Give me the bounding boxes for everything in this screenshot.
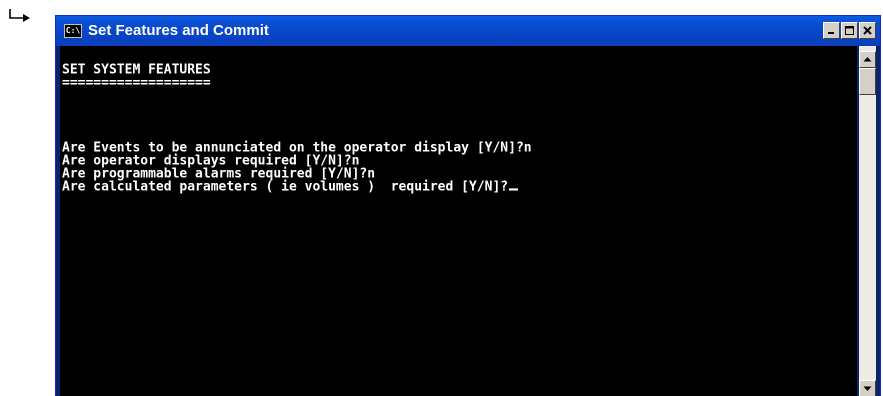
- console-app-icon[interactable]: C:\: [64, 24, 82, 38]
- minimize-button[interactable]: [823, 22, 840, 39]
- scrollbar-thumb[interactable]: [859, 68, 876, 95]
- title-bar[interactable]: C:\ Set Features and Commit: [56, 16, 880, 46]
- close-icon: [863, 26, 872, 35]
- page: C:\ Set Features and Commit SET SYSTEM F…: [0, 0, 883, 396]
- minimize-icon: [828, 32, 834, 34]
- scroll-up-button[interactable]: [859, 51, 876, 68]
- window-title: Set Features and Commit: [88, 22, 269, 39]
- scroll-up-arrow-icon: [863, 57, 872, 62]
- console-output[interactable]: SET SYSTEM FEATURES =================== …: [60, 46, 857, 396]
- scroll-down-button[interactable]: [859, 380, 876, 396]
- scroll-down-arrow-icon: [863, 386, 872, 391]
- maximize-button[interactable]: [841, 22, 858, 39]
- console-window[interactable]: C:\ Set Features and Commit SET SYSTEM F…: [55, 15, 881, 396]
- maximize-icon: [845, 26, 854, 35]
- text-cursor: [509, 188, 519, 191]
- console-prompt-text: Are calculated parameters ( ie volumes )…: [62, 178, 509, 195]
- console-line: ===================: [62, 74, 211, 91]
- return-arrow-icon: [9, 9, 30, 22]
- vertical-scrollbar[interactable]: [859, 46, 876, 396]
- close-button[interactable]: [859, 22, 876, 39]
- console-prompt-line: Are calculated parameters ( ie volumes )…: [62, 178, 519, 195]
- window-controls: [822, 22, 876, 40]
